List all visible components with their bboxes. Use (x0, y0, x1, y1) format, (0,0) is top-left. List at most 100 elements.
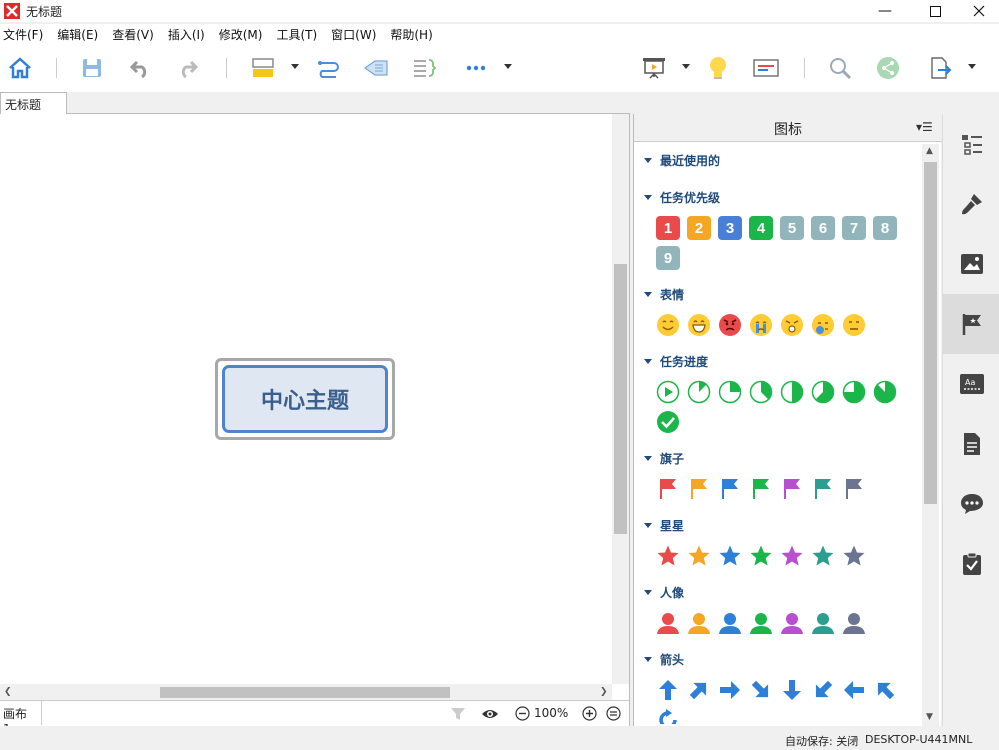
presentation-button[interactable] (640, 54, 668, 82)
flag-blue-icon[interactable] (718, 476, 742, 500)
scroll-left-icon[interactable]: ❮ (4, 687, 12, 697)
progress-3-8-icon[interactable] (749, 380, 773, 404)
person-blue-icon[interactable] (718, 611, 742, 635)
notes-panel-button[interactable] (943, 414, 999, 474)
section-recent[interactable]: 最近使用的 (644, 152, 720, 169)
star-green-icon[interactable] (749, 544, 773, 568)
central-topic[interactable]: 中心主题 (222, 365, 388, 433)
smiley-sleepy-icon[interactable] (811, 313, 835, 337)
boundary-button[interactable] (410, 54, 438, 82)
presentation-dropdown[interactable] (682, 64, 690, 69)
format-panel-button[interactable] (943, 174, 999, 234)
vertical-scroll-thumb[interactable] (614, 264, 627, 534)
priority-3-icon[interactable]: 3 (718, 216, 742, 240)
menu-insert[interactable]: 插入(I) (168, 26, 205, 43)
zoom-in-icon[interactable] (582, 706, 597, 721)
section-progress[interactable]: 任务进度 (644, 353, 708, 370)
arrow-down-right-icon[interactable] (749, 678, 773, 702)
icons-panel-button[interactable] (943, 294, 999, 354)
canvas-horizontal-scrollbar[interactable]: ❮ ❯ (0, 684, 612, 701)
star-red-icon[interactable] (656, 544, 680, 568)
progress-start-icon[interactable] (656, 380, 680, 404)
relationship-button[interactable] (314, 54, 342, 82)
progress-half-icon[interactable] (780, 380, 804, 404)
arrow-up-right-icon[interactable] (687, 678, 711, 702)
priority-5-icon[interactable]: 5 (780, 216, 804, 240)
flag-orange-icon[interactable] (687, 476, 711, 500)
arrow-down-icon[interactable] (780, 678, 804, 702)
maximize-button[interactable] (912, 0, 958, 22)
arrow-left-icon[interactable] (842, 678, 866, 702)
image-panel-button[interactable] (943, 234, 999, 294)
section-arrow[interactable]: 箭头 (644, 651, 684, 668)
central-topic-selection[interactable]: 中心主题 (215, 358, 395, 440)
star-teal-icon[interactable] (811, 544, 835, 568)
brainstorm-button[interactable] (704, 54, 732, 82)
document-tab[interactable]: 无标题 (0, 92, 67, 114)
undo-button[interactable] (126, 54, 154, 82)
outliner-button[interactable] (752, 54, 780, 82)
menu-file[interactable]: 文件(F) (3, 26, 43, 43)
star-orange-icon[interactable] (687, 544, 711, 568)
arrow-down-left-icon[interactable] (811, 678, 835, 702)
person-gray-icon[interactable] (842, 611, 866, 635)
panel-scroll-up-icon[interactable]: ▲ (926, 146, 933, 156)
smiley-surprise-icon[interactable] (780, 313, 804, 337)
export-dropdown[interactable] (968, 64, 976, 69)
person-teal-icon[interactable] (811, 611, 835, 635)
priority-2-icon[interactable]: 2 (687, 216, 711, 240)
topic-button[interactable] (249, 54, 277, 82)
priority-6-icon[interactable]: 6 (811, 216, 835, 240)
share-button[interactable] (874, 54, 902, 82)
section-people[interactable]: 人像 (644, 584, 684, 601)
flag-gray-icon[interactable] (842, 476, 866, 500)
smiley-cry-icon[interactable] (749, 313, 773, 337)
panel-scrollbar[interactable]: ▲ ▼ (922, 144, 939, 726)
home-button[interactable] (6, 54, 34, 82)
style-panel-button[interactable]: Aa (943, 354, 999, 414)
mindmap-canvas[interactable]: 中心主题 ❮ ❯ (0, 114, 630, 701)
redo-button[interactable] (174, 54, 202, 82)
summary-button[interactable] (362, 54, 390, 82)
person-orange-icon[interactable] (687, 611, 711, 635)
menu-tools[interactable]: 工具(T) (276, 26, 317, 43)
arrow-right-icon[interactable] (718, 678, 742, 702)
arrow-up-left-icon[interactable] (873, 678, 897, 702)
canvas-vertical-scrollbar[interactable] (612, 114, 629, 684)
menu-help[interactable]: 帮助(H) (390, 26, 432, 43)
menu-modify[interactable]: 修改(M) (219, 26, 263, 43)
save-button[interactable] (78, 54, 106, 82)
progress-7-8-icon[interactable] (873, 380, 897, 404)
panel-scroll-thumb[interactable] (924, 162, 937, 504)
more-button[interactable] (462, 54, 490, 82)
person-purple-icon[interactable] (780, 611, 804, 635)
close-button[interactable] (956, 0, 999, 22)
progress-1-8-icon[interactable] (687, 380, 711, 404)
minimize-button[interactable]: — (862, 0, 908, 22)
export-button[interactable] (926, 54, 954, 82)
progress-6-8-icon[interactable] (842, 380, 866, 404)
scroll-right-icon[interactable]: ❯ (600, 687, 608, 697)
smiley-angry-icon[interactable] (718, 313, 742, 337)
menu-view[interactable]: 查看(V) (112, 26, 154, 43)
smiley-meh-icon[interactable] (842, 313, 866, 337)
star-blue-icon[interactable] (718, 544, 742, 568)
progress-2-8-icon[interactable] (718, 380, 742, 404)
smiley-laugh-icon[interactable] (687, 313, 711, 337)
section-smiley[interactable]: 表情 (644, 286, 684, 303)
arrow-refresh-icon[interactable] (656, 708, 680, 724)
star-purple-icon[interactable] (780, 544, 804, 568)
panel-menu-icon[interactable]: ▾☰ (916, 120, 933, 134)
section-priority[interactable]: 任务优先级 (644, 189, 720, 206)
flag-teal-icon[interactable] (811, 476, 835, 500)
progress-5-8-icon[interactable] (811, 380, 835, 404)
task-panel-button[interactable] (943, 534, 999, 594)
arrow-up-icon[interactable] (656, 678, 680, 702)
star-gray-icon[interactable] (842, 544, 866, 568)
panel-scroll-down-icon[interactable]: ▼ (926, 712, 933, 722)
priority-4-icon[interactable]: 4 (749, 216, 773, 240)
progress-done-icon[interactable] (656, 410, 680, 434)
menu-edit[interactable]: 编辑(E) (57, 26, 98, 43)
topic-dropdown[interactable] (291, 64, 299, 69)
autosave-status[interactable]: 自动保存: 关闭 (785, 733, 858, 749)
